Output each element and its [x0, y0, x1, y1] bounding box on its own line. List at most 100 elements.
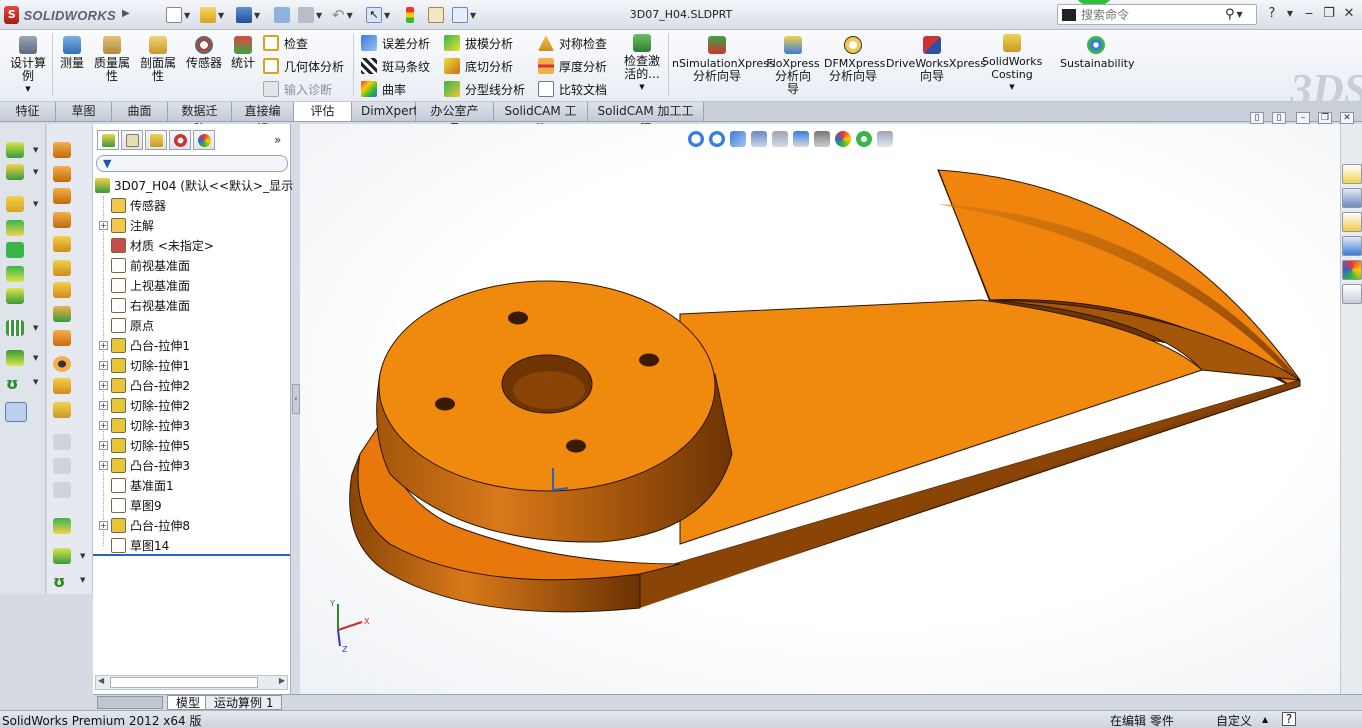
tab-data-migration[interactable]: 数据迁移: [168, 102, 232, 136]
rollback-bar[interactable]: [93, 554, 290, 556]
tab-features[interactable]: 特征: [0, 102, 56, 121]
view-palette-icon[interactable]: [1342, 236, 1362, 256]
fillet-icon[interactable]: [6, 196, 24, 212]
tab-dimxpert[interactable]: DimXpert: [352, 102, 418, 121]
tab-solidcam-stock[interactable]: SolidCAM 工件: [494, 102, 588, 136]
tree-item[interactable]: 传感器: [99, 195, 166, 215]
tree-item[interactable]: + 切除-拉伸3: [99, 415, 190, 435]
mass-properties-button[interactable]: 质量属性: [92, 36, 132, 83]
file-explorer-icon[interactable]: [1342, 212, 1362, 232]
tree-item[interactable]: + 凸台-拉伸1: [99, 335, 190, 355]
propertymanager-tab[interactable]: [121, 130, 143, 150]
search-icon[interactable]: ⚲: [1225, 7, 1235, 22]
viewport-restore-button[interactable]: ❐: [1318, 112, 1332, 124]
revolved-cut-icon[interactable]: [53, 236, 71, 252]
status-help-button[interactable]: ?: [1282, 712, 1296, 726]
tab-evaluate[interactable]: 评估: [294, 102, 352, 121]
tree-item[interactable]: + 注解: [99, 215, 154, 235]
simulationxpress-button[interactable]: nSimulationXpress 分析向导: [672, 36, 775, 83]
tab-office-products[interactable]: 办公室产品: [416, 102, 494, 136]
configurationmanager-tab[interactable]: [145, 130, 167, 150]
tree-item[interactable]: + 凸台-拉伸8: [99, 515, 190, 535]
chevron-up-icon[interactable]: ▲: [1262, 715, 1268, 724]
tree-item[interactable]: + 切除-拉伸2: [99, 395, 190, 415]
home-icon[interactable]: [1342, 164, 1362, 184]
hole-wizard-icon[interactable]: [6, 288, 24, 304]
tab-sketch[interactable]: 草图: [56, 102, 112, 121]
expand-icon[interactable]: +: [99, 460, 108, 470]
wrap-icon[interactable]: [53, 378, 71, 394]
boundary-boss-icon[interactable]: [53, 212, 71, 228]
tree-item[interactable]: + 凸台-拉伸2: [99, 375, 190, 395]
floxpress-button[interactable]: FloXpress 分析向 导: [766, 36, 820, 96]
close-button[interactable]: ✕: [1340, 5, 1358, 23]
tab-solidcam-machining[interactable]: SolidCAM 加工工程: [588, 102, 704, 136]
chevron-down-icon[interactable]: ▼: [33, 146, 38, 154]
lofted-cut-icon[interactable]: [53, 282, 71, 298]
undercut-analysis-button[interactable]: 底切分析: [444, 57, 513, 75]
custom-properties-icon[interactable]: [1342, 284, 1362, 304]
search-input[interactable]: [1081, 7, 1221, 22]
tree-item[interactable]: 右视基准面: [99, 295, 190, 315]
lofted-boss-icon[interactable]: [53, 188, 71, 204]
chevron-down-icon[interactable]: ▼: [80, 552, 85, 560]
draft-analysis-button[interactable]: 拔模分析: [444, 34, 513, 52]
curvature-button[interactable]: 曲率: [361, 80, 406, 98]
tree-root[interactable]: 3D07_H04 (默认<<默认>_显示: [95, 175, 293, 195]
design-library-icon[interactable]: [1342, 188, 1362, 208]
expand-icon[interactable]: +: [99, 420, 108, 430]
dimxpertmanager-tab[interactable]: [169, 130, 191, 150]
chevron-down-icon[interactable]: ▼: [8, 83, 48, 96]
dfmxpress-button[interactable]: DFMXpress 分析向导: [824, 36, 885, 83]
expand-icon[interactable]: +: [99, 520, 108, 530]
tree-item[interactable]: 前视基准面: [99, 255, 190, 275]
viewport-split-button[interactable]: ▯: [1272, 112, 1286, 124]
chevron-down-icon[interactable]: ▼: [1237, 10, 1243, 19]
chevron-down-icon[interactable]: ▼: [33, 168, 38, 176]
symmetry-check-button[interactable]: 对称检查: [538, 34, 607, 52]
sustainability-button[interactable]: Sustainability: [1060, 36, 1134, 70]
sensor-button[interactable]: 传感器: [184, 36, 224, 70]
driveworksxpress-button[interactable]: DriveWorksXpress 向导: [886, 36, 986, 83]
restore-button[interactable]: ❐: [1320, 5, 1338, 23]
tree-item[interactable]: 草图9: [99, 495, 162, 515]
viewport-tile-button[interactable]: ▯: [1250, 112, 1264, 124]
curves-icon[interactable]: ʊ: [6, 374, 24, 393]
appearances-icon[interactable]: [1342, 260, 1362, 280]
scroll-left-icon[interactable]: ◀: [98, 676, 104, 685]
intersect-icon[interactable]: [53, 518, 71, 534]
zebra-stripes-button[interactable]: 斑马条纹: [361, 57, 430, 75]
reference-icon[interactable]: [53, 548, 71, 564]
costing-button[interactable]: SolidWorks Costing ▼: [982, 34, 1042, 94]
chevron-down-icon[interactable]: ▼: [1281, 5, 1299, 23]
panel-splitter[interactable]: ‹: [292, 384, 300, 414]
tree-item[interactable]: + 切除-拉伸5: [99, 435, 190, 455]
compare-documents-button[interactable]: 比较文档: [538, 80, 607, 98]
tree-item[interactable]: 上视基准面: [99, 275, 190, 295]
tab-motion-study[interactable]: 运动算例 1: [205, 695, 283, 710]
revolved-boss-icon[interactable]: [53, 166, 71, 182]
delete-face-icon[interactable]: [53, 356, 71, 372]
parting-line-button[interactable]: 分型线分析: [444, 80, 525, 98]
expand-icon[interactable]: +: [99, 360, 108, 370]
design-study-button[interactable]: 设计算例 ▼: [8, 36, 48, 96]
reference-geometry-icon[interactable]: [6, 350, 24, 366]
help-button[interactable]: ?: [1263, 5, 1281, 23]
tab-model[interactable]: 模型: [167, 695, 210, 710]
tree-item[interactable]: 基准面1: [99, 475, 174, 495]
dome-icon[interactable]: [53, 330, 71, 346]
instant3d-icon[interactable]: [5, 402, 27, 422]
check-button[interactable]: 检查: [263, 34, 308, 52]
chevron-down-icon[interactable]: ▼: [80, 576, 85, 584]
command-search[interactable]: ⚲ ▼: [1057, 4, 1257, 25]
flex-icon[interactable]: [53, 402, 71, 418]
draft-icon[interactable]: [6, 266, 24, 282]
geometry-analysis-button[interactable]: 几何体分析: [263, 57, 344, 75]
featuremanager-tab[interactable]: [97, 130, 119, 150]
expand-icon[interactable]: +: [99, 440, 108, 450]
displaymanager-tab[interactable]: [193, 130, 215, 150]
tree-item[interactable]: + 凸台-拉伸3: [99, 455, 190, 475]
viewport-close-button[interactable]: ✕: [1340, 112, 1354, 124]
minimize-button[interactable]: ‒: [1300, 5, 1318, 23]
chamfer-icon[interactable]: [53, 306, 71, 322]
